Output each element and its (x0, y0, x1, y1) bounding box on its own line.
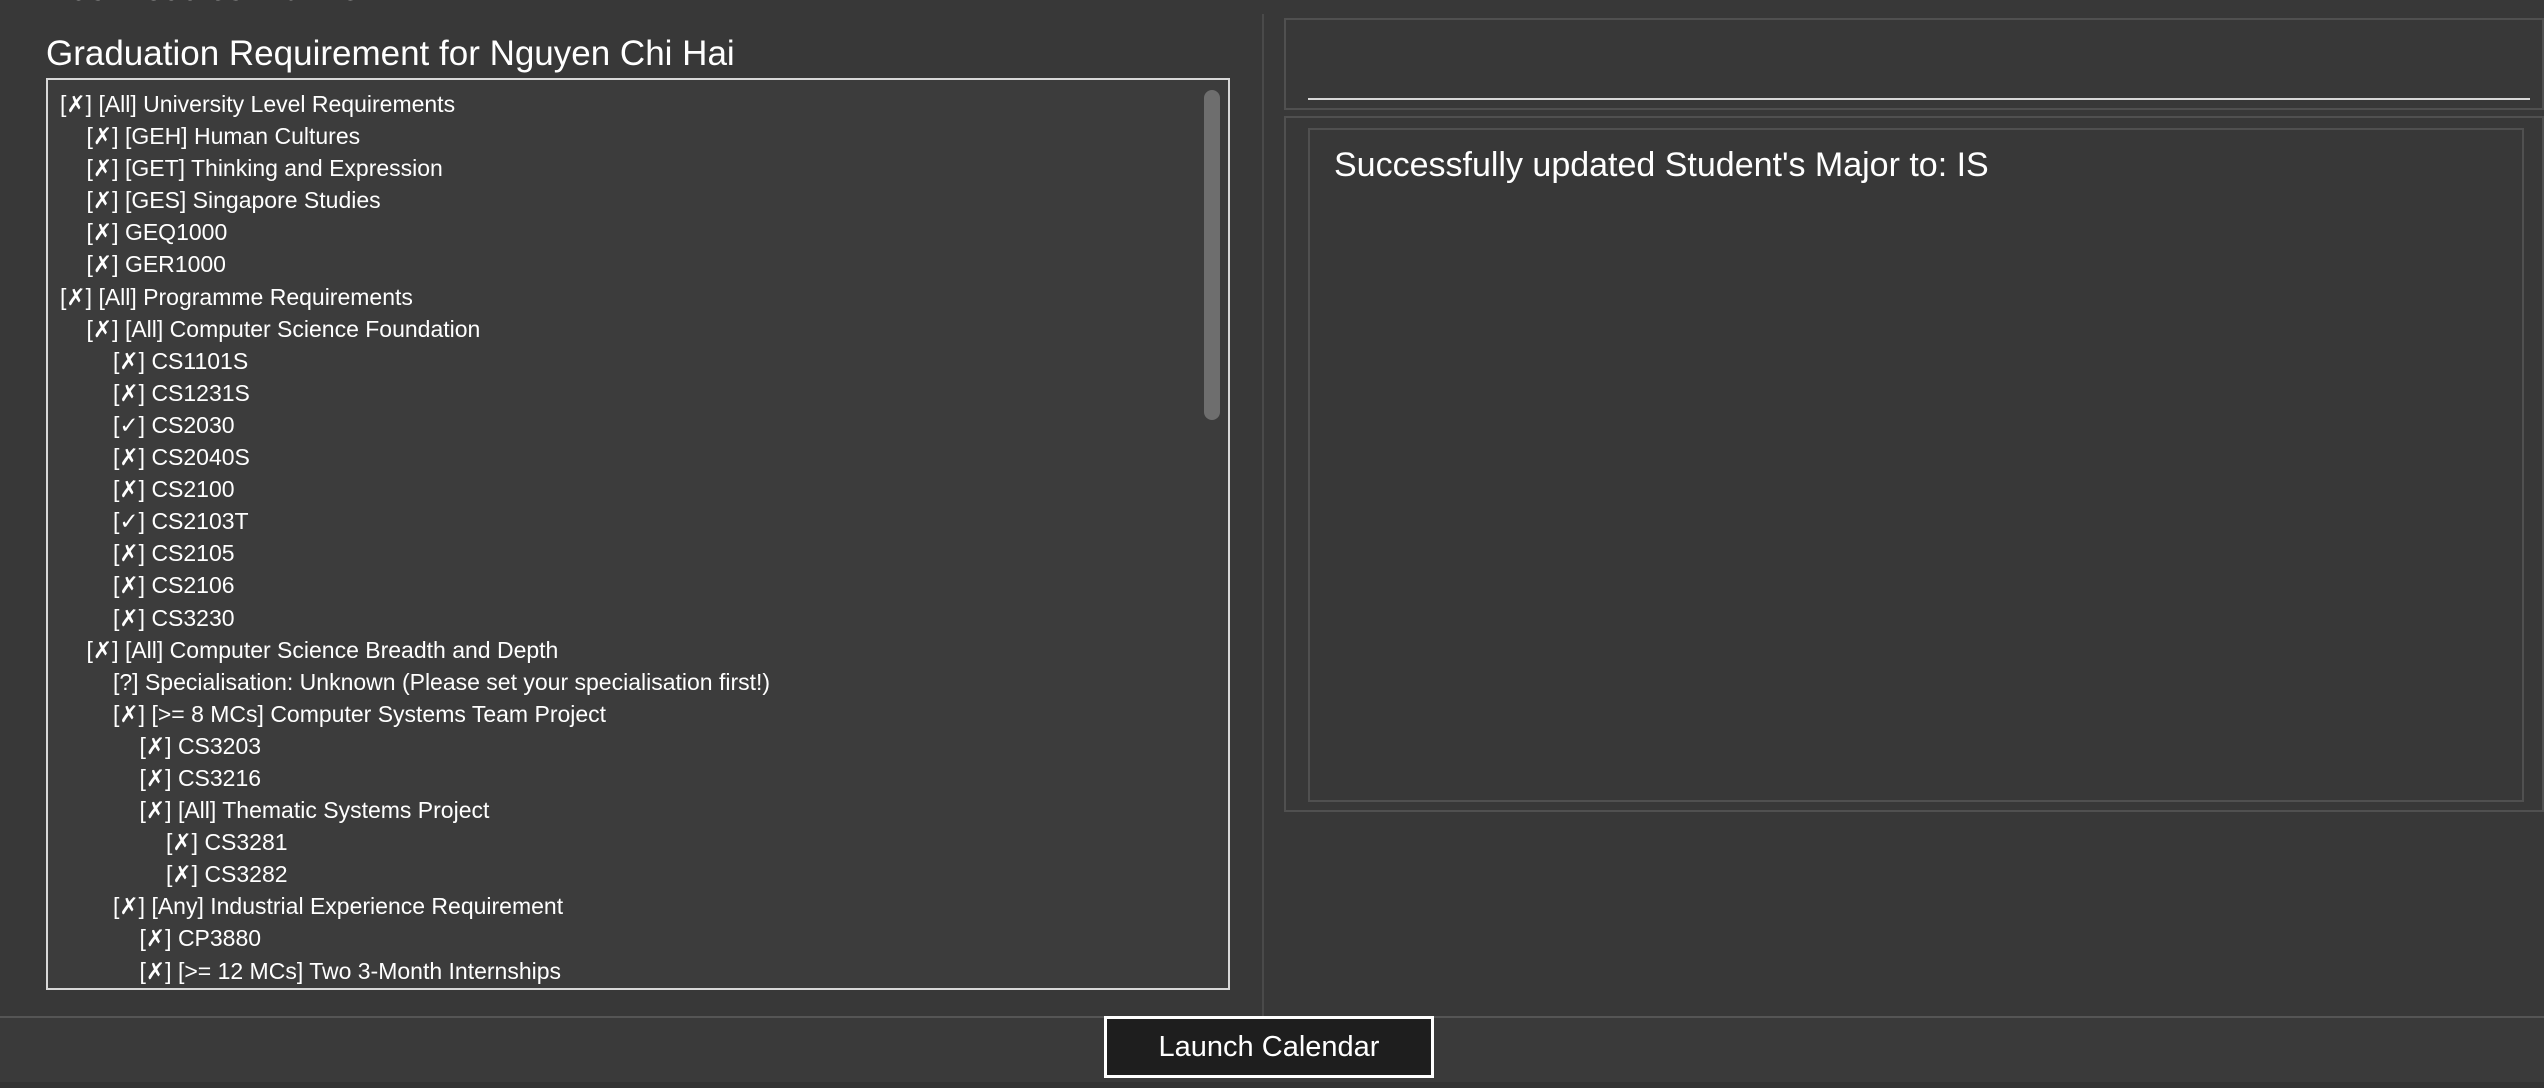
tree-item[interactable]: [✗] CS3216 (60, 762, 1188, 794)
command-input[interactable] (1308, 34, 2522, 94)
tree-item[interactable]: [✗] [All] Computer Science Foundation (60, 313, 1188, 345)
tree-item[interactable]: [✗] CS2100 (60, 473, 1188, 505)
tree-item[interactable]: [✗] CS3281 (60, 826, 1188, 858)
tree-item[interactable]: [✗] [>= 12 MCs] Two 3-Month Internships (60, 955, 1188, 987)
command-panel: Successfully updated Student's Major to:… (1264, 14, 2544, 1016)
requirements-tree[interactable]: [✗] [All] University Level Requirements[… (46, 78, 1230, 990)
tree-item[interactable]: [✗] CS2105 (60, 537, 1188, 569)
window-title: Nus Modules Planner (46, 0, 371, 9)
requirements-title: Graduation Requirement for Nguyen Chi Ha… (46, 34, 735, 73)
tree-item[interactable]: [✗] CS1101S (60, 345, 1188, 377)
window-top-strip: Nus Modules Planner (0, 0, 2544, 14)
tree-item[interactable]: [✗] [Any] Industrial Experience Requirem… (60, 890, 1188, 922)
tree-item[interactable]: [✗] CS3203 (60, 730, 1188, 762)
result-display[interactable]: Successfully updated Student's Major to:… (1308, 128, 2524, 802)
tree-item[interactable]: [✗] GEQ1000 (60, 216, 1188, 248)
tree-item[interactable]: [✗] [All] Computer Science Breadth and D… (60, 634, 1188, 666)
tree-item[interactable]: [✗] [All] Thematic Systems Project (60, 794, 1188, 826)
tree-item[interactable]: [✗] CS3282 (60, 858, 1188, 890)
command-input-underline (1308, 98, 2530, 100)
tree-item[interactable]: [✗] [GES] Singapore Studies (60, 184, 1188, 216)
scrollbar-thumb[interactable] (1204, 90, 1220, 420)
tree-item[interactable]: [✗] [All] Programme Requirements (60, 281, 1188, 313)
tree-item[interactable]: [✓] CS2103T (60, 505, 1188, 537)
tree-item[interactable]: [✗] [>= 8 MCs] Computer Systems Team Pro… (60, 698, 1188, 730)
tree-scrollbar[interactable] (1202, 90, 1222, 980)
command-box (1284, 18, 2544, 110)
tree-item[interactable]: [✗] [GEH] Human Cultures (60, 120, 1188, 152)
tree-item[interactable]: [✗] CS1231S (60, 377, 1188, 409)
tree-item[interactable]: [✓] CS2030 (60, 409, 1188, 441)
tree-item[interactable]: [?] Specialisation: Unknown (Please set … (60, 666, 1188, 698)
tree-item[interactable]: [✗] GER1000 (60, 248, 1188, 280)
tree-item[interactable]: [✗] [GET] Thinking and Expression (60, 152, 1188, 184)
tree-item[interactable]: [✗] CS3230 (60, 602, 1188, 634)
launch-calendar-button[interactable]: Launch Calendar (1104, 1016, 1434, 1078)
requirements-list: [✗] [All] University Level Requirements[… (60, 88, 1188, 987)
result-display-box: Successfully updated Student's Major to:… (1284, 116, 2544, 812)
status-strip (0, 1082, 2544, 1088)
tree-item[interactable]: [✗] CP3880 (60, 922, 1188, 954)
result-message: Successfully updated Student's Major to:… (1334, 146, 1989, 184)
tree-item[interactable]: [✗] CS2106 (60, 569, 1188, 601)
tree-item[interactable]: [✗] [All] University Level Requirements (60, 88, 1188, 120)
tree-item[interactable]: [✗] CS2040S (60, 441, 1188, 473)
